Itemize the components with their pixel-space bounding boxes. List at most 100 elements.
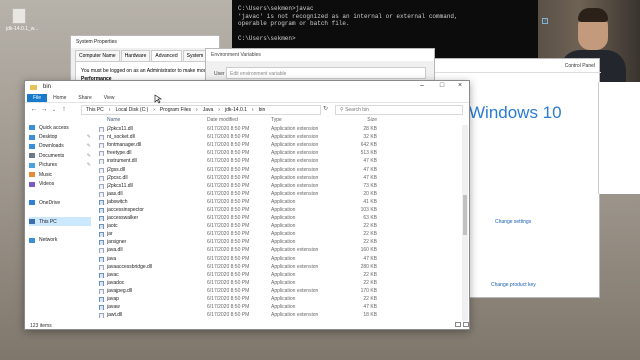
- breadcrumb-item[interactable]: Java: [203, 107, 214, 113]
- change-product-key-link[interactable]: Change product key: [491, 282, 536, 288]
- breadcrumb-item[interactable]: Local Disk (C:): [115, 107, 148, 113]
- nav-item-documents[interactable]: Documents ✎: [29, 151, 91, 160]
- file-name-cell: jaotc: [97, 223, 207, 230]
- file-row[interactable]: jaccessinspector 6/17/2020 8:50 PM Applica…: [97, 206, 461, 214]
- nav-item-label: Pictures: [39, 162, 58, 169]
- terminal-line: C:\Users\sekmen>javac: [238, 5, 314, 12]
- desktop-icon-jdk-installer[interactable]: jdk-14.0.1_w...: [6, 8, 38, 32]
- nav-item-quick-access[interactable]: Quick access: [29, 123, 91, 132]
- file-name: javap: [107, 296, 119, 303]
- breadcrumb-item[interactable]: bin: [259, 107, 266, 113]
- file-size: 41 KB: [363, 198, 377, 205]
- nav-item-downloads[interactable]: Downloads ✎: [29, 142, 91, 151]
- file-row[interactable]: jaccesswalker 6/17/2020 8:50 PM Applicatio…: [97, 214, 461, 222]
- file-row[interactable]: javaw 6/17/2020 8:50 PM Application 47 KB: [97, 303, 461, 311]
- ribbon-tab-home[interactable]: Home: [47, 94, 72, 102]
- file-row[interactable]: javac 6/17/2020 8:50 PM Application 22 KB: [97, 271, 461, 279]
- file-row[interactable]: instrument.dll 6/17/2020 8:50 PM Applicati…: [97, 157, 461, 165]
- file-name: java: [107, 255, 117, 262]
- nav-item-icon: [29, 237, 35, 243]
- recent-locations-chevron-icon[interactable]: ⌄: [49, 107, 59, 113]
- change-settings-link[interactable]: Change settings: [495, 219, 531, 225]
- file-name: jaotc: [107, 223, 118, 230]
- file-row[interactable]: jaas.dll 6/17/2020 8:50 PM Application ext…: [97, 190, 461, 198]
- file-name: j2gss.dll: [107, 166, 126, 173]
- scrollbar-thumb[interactable]: [463, 195, 467, 235]
- file-row[interactable]: j2pcsc.dll 6/17/2020 8:50 PM Application e…: [97, 174, 461, 182]
- file-row[interactable]: jawt.dll 6/17/2020 8:50 PM Application ext…: [97, 311, 461, 319]
- ribbon-tab-file[interactable]: File: [27, 93, 48, 102]
- column-header-type[interactable]: Type: [271, 117, 339, 125]
- pin-icon: ✎: [86, 152, 91, 159]
- file-row[interactable]: jabswitch 6/17/2020 8:50 PM Application 41 …: [97, 198, 461, 206]
- nav-item-onedrive[interactable]: OneDrive: [29, 198, 91, 207]
- tab-hardware[interactable]: Hardware: [120, 50, 151, 61]
- search-input[interactable]: ⚲ Search bin: [335, 105, 463, 115]
- file-row[interactable]: javadoc 6/17/2020 8:50 PM Application 22 KB: [97, 279, 461, 287]
- status-item-count: 123 items: [30, 323, 52, 329]
- file-size: 642 KB: [360, 142, 377, 149]
- dll-file-icon: [99, 313, 104, 319]
- edit-environment-variable-box[interactable]: Edit environment variable: [226, 67, 426, 79]
- up-arrow-icon[interactable]: ↑: [59, 106, 69, 113]
- terminal-line: operable program or batch file.: [238, 20, 350, 27]
- file-row[interactable]: fontmanager.dll 6/17/2020 8:50 PM Applicat…: [97, 141, 461, 149]
- details-view-icon[interactable]: [455, 322, 461, 327]
- maximize-button[interactable]: □: [435, 82, 449, 89]
- file-row[interactable]: j2gss.dll 6/17/2020 8:50 PM Application ex…: [97, 165, 461, 173]
- file-row[interactable]: j2pkcs11.dll 6/17/2020 8:50 PM Application…: [97, 125, 461, 133]
- breadcrumb-item[interactable]: jdk-14.0.1: [225, 107, 247, 113]
- control-panel-header: Control Panel: [431, 59, 601, 73]
- file-row[interactable]: jarsigner 6/17/2020 8:50 PM Application 22 …: [97, 238, 461, 246]
- tab-computer-name[interactable]: Computer Name: [75, 50, 120, 61]
- file-date: 6/17/2020 8:50 PM: [207, 198, 250, 205]
- file-row[interactable]: java 6/17/2020 8:50 PM Application 47 KB: [97, 255, 461, 263]
- breadcrumb[interactable]: This PC › Local Disk (C:) › Program Files › Ja…: [81, 105, 321, 115]
- nav-item-videos[interactable]: Videos: [29, 179, 91, 188]
- file-type: Application extension: [271, 312, 319, 319]
- file-row[interactable]: javap 6/17/2020 8:50 PM Application 22 KB: [97, 295, 461, 303]
- minimize-button[interactable]: –: [415, 82, 429, 89]
- nav-item-music[interactable]: Music: [29, 170, 91, 179]
- breadcrumb-item[interactable]: This PC: [86, 107, 104, 113]
- tab-advanced[interactable]: Advanced: [151, 50, 182, 61]
- file-type: Application extension: [271, 287, 319, 294]
- file-type: Application extension: [271, 247, 319, 254]
- column-header-size[interactable]: Size: [339, 117, 377, 125]
- nav-item-this-pc[interactable]: This PC: [29, 216, 91, 227]
- ribbon-tab-share[interactable]: Share: [72, 94, 97, 102]
- file-row[interactable]: j2pkcs11.dll 6/17/2020 8:50 PM Application…: [97, 182, 461, 190]
- back-arrow-icon[interactable]: ←: [29, 106, 39, 113]
- file-row[interactable]: freetype.dll 6/17/2020 8:50 PM Application…: [97, 149, 461, 157]
- file-row[interactable]: javaaccessbridge.dll 6/17/2020 8:50 PM App…: [97, 263, 461, 271]
- folder-icon: [30, 84, 37, 90]
- file-row[interactable]: nt_socket.dll 6/17/2020 8:50 PM Applicatio…: [97, 133, 461, 141]
- file-type: Application extension: [271, 190, 319, 197]
- column-header-date-modified[interactable]: Date modified: [207, 117, 271, 125]
- file-row[interactable]: jar 6/17/2020 8:50 PM Application 22 KB: [97, 230, 461, 238]
- dll-file-icon: [99, 143, 104, 149]
- column-header-name[interactable]: Name: [97, 117, 207, 125]
- breadcrumb-separator-icon: ›: [218, 107, 220, 113]
- installer-file-icon: [12, 8, 26, 24]
- file-row[interactable]: javajpeg.dll 6/17/2020 8:50 PM Application…: [97, 287, 461, 295]
- refresh-icon[interactable]: ↻: [323, 105, 328, 112]
- nav-item-network[interactable]: Network: [29, 236, 91, 245]
- vertical-scrollbar[interactable]: [462, 125, 468, 321]
- file-name-cell: jarsigner: [97, 239, 207, 246]
- ribbon-tab-view[interactable]: View: [98, 94, 121, 102]
- nav-item-label: This PC: [39, 218, 57, 225]
- forward-arrow-icon[interactable]: →: [39, 106, 49, 113]
- file-name: javadoc: [107, 279, 125, 286]
- nav-item-desktop[interactable]: Desktop ✎: [29, 132, 91, 141]
- close-button[interactable]: ×: [453, 82, 467, 89]
- nav-item-pictures[interactable]: Pictures ✎: [29, 161, 91, 170]
- help-icon[interactable]: ?: [542, 18, 548, 24]
- large-icons-view-icon[interactable]: [463, 322, 469, 327]
- file-name: jabswitch: [107, 198, 128, 205]
- breadcrumb-item[interactable]: Program Files: [160, 107, 191, 113]
- application-icon: [99, 232, 104, 238]
- file-row[interactable]: java.dll 6/17/2020 8:50 PM Application ext…: [97, 246, 461, 254]
- file-row[interactable]: jaotc 6/17/2020 8:50 PM Application 22 KB: [97, 222, 461, 230]
- file-explorer-window[interactable]: bin – □ × File Home Share View ← → ⌄ ↑ This…: [24, 80, 470, 330]
